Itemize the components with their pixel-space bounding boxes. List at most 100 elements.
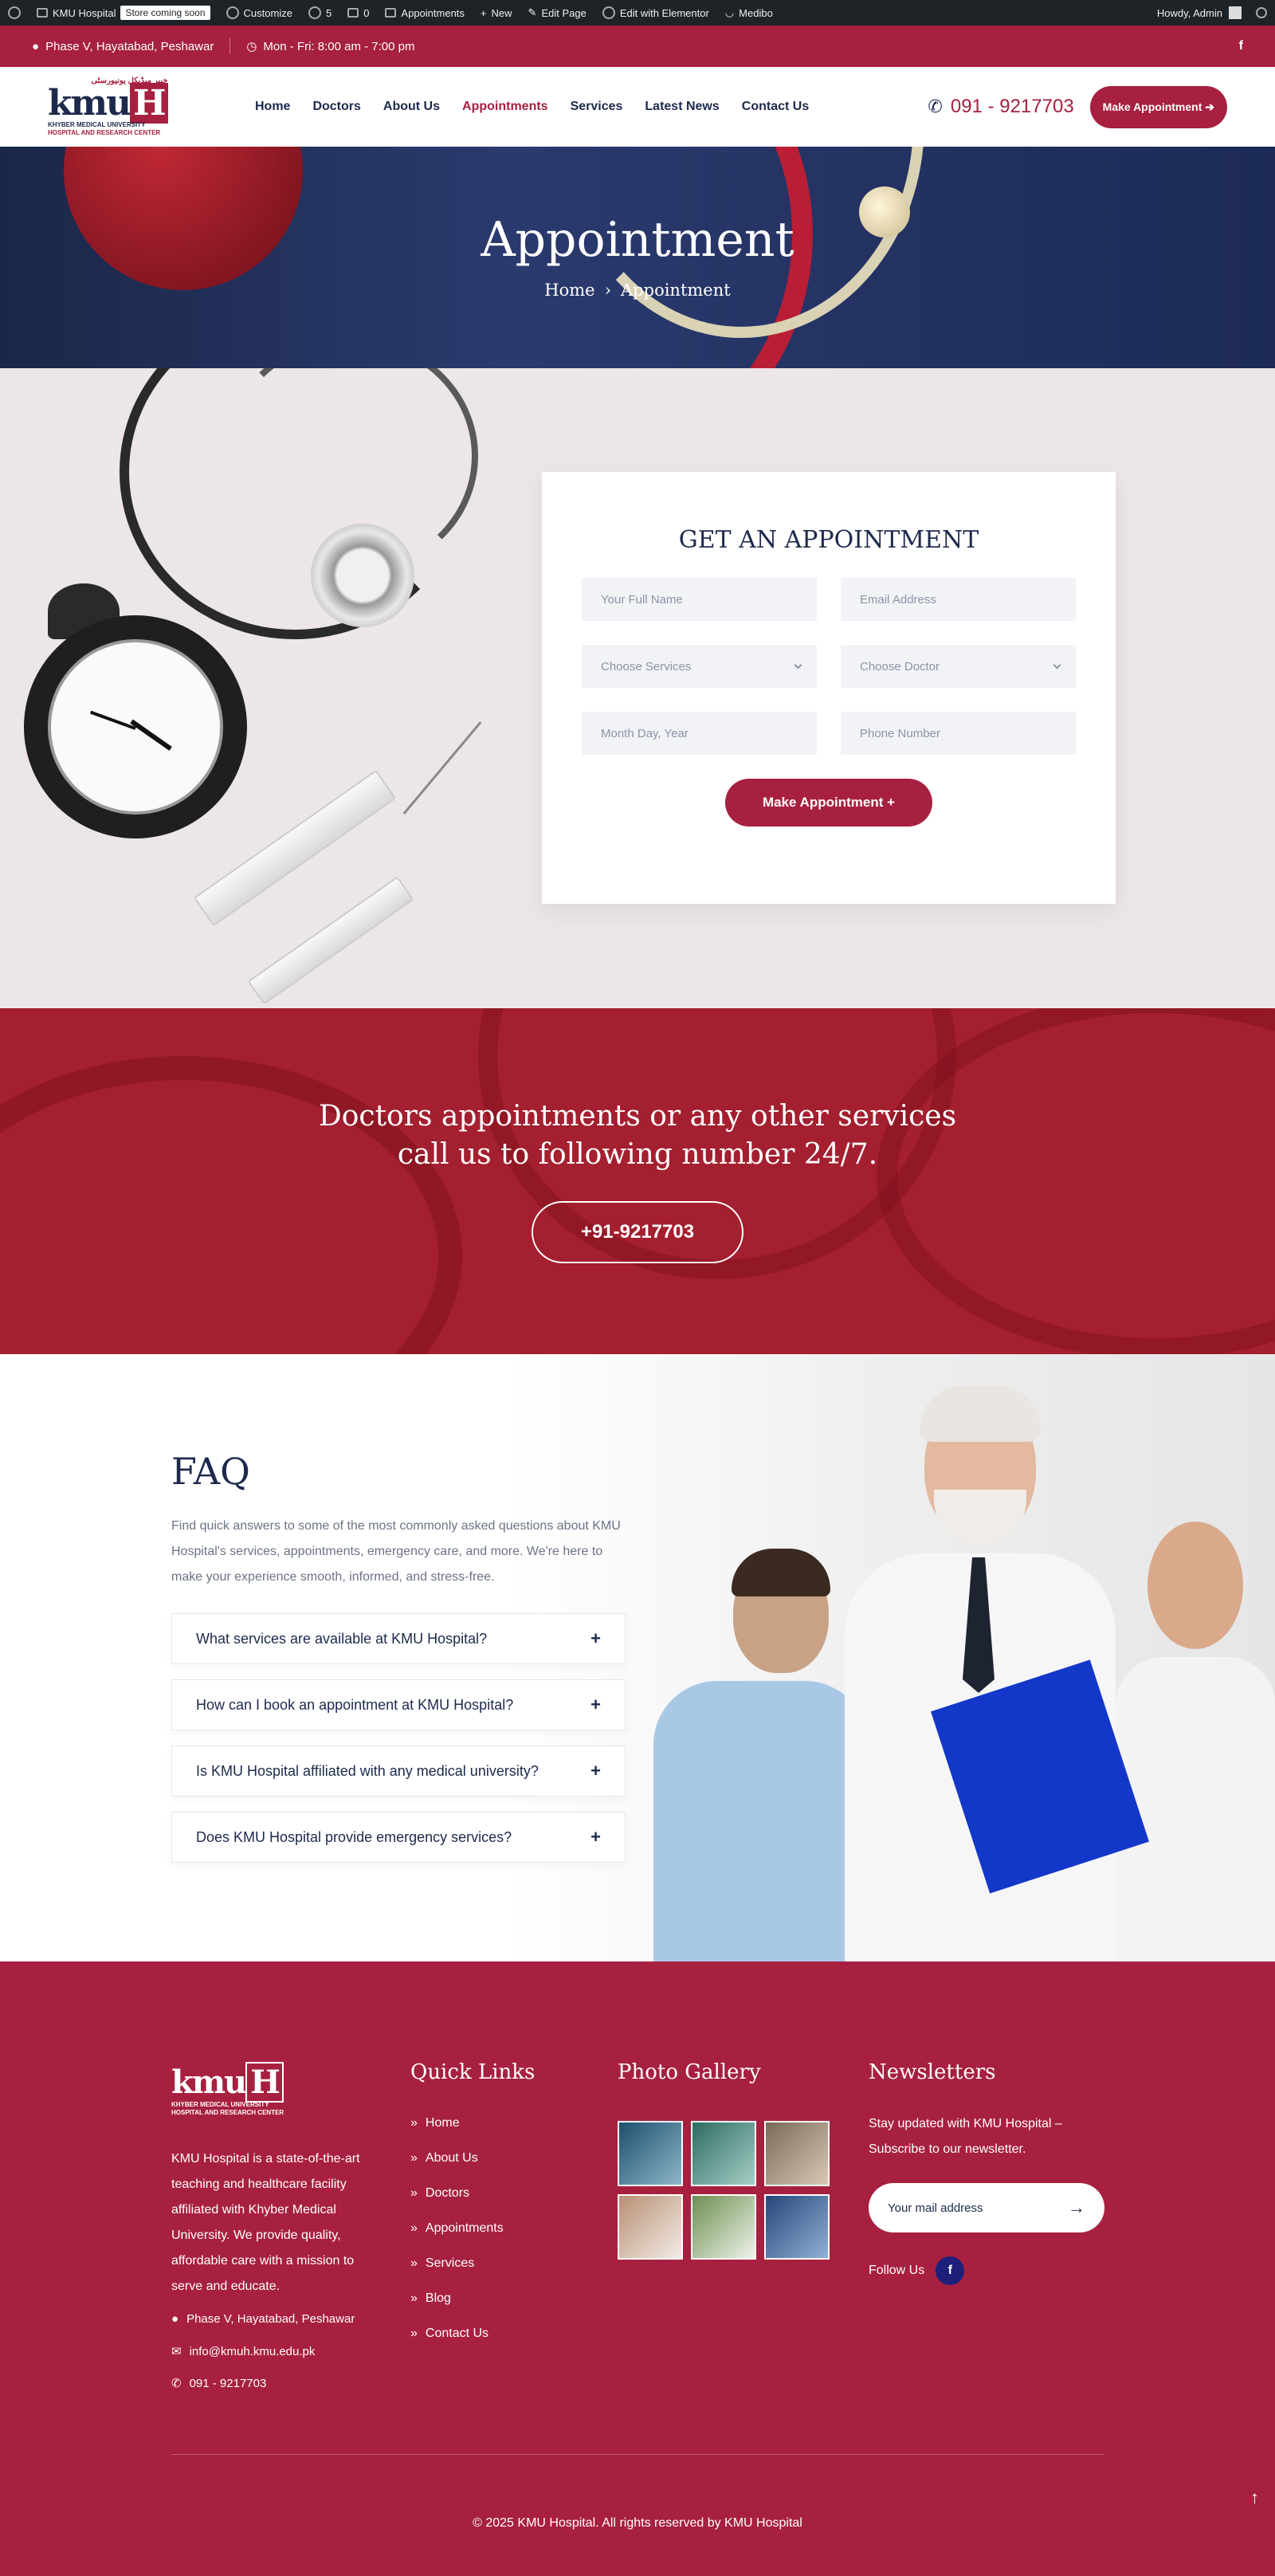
breadcrumb-home[interactable]: Home bbox=[544, 281, 594, 300]
gallery-photo[interactable] bbox=[618, 2121, 683, 2186]
calendar-icon bbox=[385, 8, 397, 18]
plus-icon: + bbox=[590, 1694, 601, 1714]
page-hero: Appointment Home › Appointment bbox=[0, 147, 1275, 368]
facebook-icon[interactable]: f bbox=[936, 2256, 965, 2285]
nav-home[interactable]: Home bbox=[255, 100, 290, 114]
admin-new[interactable]: + New bbox=[481, 7, 512, 19]
cta-line-1: Doctors appointments or any other servic… bbox=[318, 1100, 957, 1133]
footer-logo-mark: kmu H bbox=[171, 2062, 284, 2103]
footer-link-label: Blog bbox=[425, 2291, 451, 2305]
back-to-top-icon[interactable]: ↑ bbox=[1250, 2488, 1259, 2508]
header-phone-number: 091 - 9217703 bbox=[950, 96, 1074, 117]
double-chevron-icon: » bbox=[410, 2116, 418, 2130]
wordpress-logo[interactable] bbox=[8, 6, 21, 19]
map-pin-icon: ● bbox=[32, 39, 40, 53]
footer-address: ● Phase V, Hayatabad, Peshawar bbox=[171, 2312, 355, 2326]
howdy-label: Howdy, Admin bbox=[1156, 6, 1222, 19]
admin-comments[interactable]: 0 bbox=[347, 7, 369, 19]
chevron-down-icon bbox=[794, 661, 802, 670]
gallery-photo[interactable] bbox=[764, 2194, 830, 2260]
submit-appointment-button[interactable]: Make Appointment + bbox=[725, 779, 932, 827]
full-name-field[interactable]: Your Full Name bbox=[582, 578, 817, 621]
call-to-action: Doctors appointments or any other servic… bbox=[0, 1008, 1275, 1354]
footer-link-home[interactable]: » Home bbox=[410, 2115, 504, 2132]
new-label: New bbox=[491, 6, 512, 19]
syringe-image-2 bbox=[247, 876, 414, 1005]
search-icon[interactable] bbox=[1256, 7, 1267, 18]
store-badge: Store coming soon bbox=[120, 6, 210, 20]
page-title: Appointment bbox=[481, 212, 794, 268]
double-chevron-icon: » bbox=[410, 2327, 418, 2340]
chevron-down-icon bbox=[1053, 661, 1061, 670]
faq-item[interactable]: Does KMU Hospital provide emergency serv… bbox=[171, 1812, 626, 1863]
faq-item[interactable]: Is KMU Hospital affiliated with any medi… bbox=[171, 1745, 626, 1797]
faq-question: How can I book an appointment at KMU Hos… bbox=[196, 1696, 514, 1713]
footer-phone[interactable]: ✆ 091 - 9217703 bbox=[171, 2376, 266, 2391]
cta-phone-button[interactable]: +91-9217703 bbox=[532, 1201, 743, 1263]
admin-theme[interactable]: ◡ Medibo bbox=[725, 6, 773, 19]
footer-link-doctors[interactable]: » Doctors bbox=[410, 2185, 504, 2202]
footer-link-blog[interactable]: » Blog bbox=[410, 2290, 504, 2307]
services-select[interactable]: Choose Services bbox=[582, 645, 817, 688]
gallery-photo[interactable] bbox=[764, 2121, 830, 2186]
faq-item[interactable]: How can I book an appointment at KMU Hos… bbox=[171, 1679, 626, 1730]
faq-section: FAQ Find quick answers to some of the mo… bbox=[0, 1354, 1275, 1961]
admin-updates[interactable]: 5 bbox=[308, 6, 332, 19]
faq-question: What services are available at KMU Hospi… bbox=[196, 1630, 488, 1647]
home-icon bbox=[37, 8, 48, 18]
admin-appointments[interactable]: Appointments bbox=[385, 7, 465, 19]
site-footer: kmu H KHYBER MEDICAL UNIVERSITY HOSPITAL … bbox=[0, 1961, 1275, 2576]
gallery-photo[interactable] bbox=[691, 2194, 756, 2260]
admin-account[interactable]: Howdy, Admin bbox=[1157, 6, 1267, 19]
nav-about-us[interactable]: About Us bbox=[383, 100, 440, 114]
elementor-icon bbox=[602, 6, 615, 19]
logo-mark: kmuH bbox=[48, 83, 168, 124]
admin-site-link[interactable]: KMU Hospital Store coming soon bbox=[37, 6, 210, 20]
footer-link-services[interactable]: » Services bbox=[410, 2255, 504, 2272]
gallery-photo[interactable] bbox=[618, 2194, 683, 2260]
facebook-icon[interactable]: f bbox=[1239, 39, 1243, 53]
follow-us: Follow Us f bbox=[869, 2256, 965, 2285]
nav-services[interactable]: Services bbox=[571, 100, 623, 114]
pencil-icon: ✎ bbox=[528, 6, 537, 18]
faq-description: Find quick answers to some of the most c… bbox=[171, 1519, 621, 1584]
refresh-icon bbox=[308, 6, 321, 19]
site-header: خیبر میڈیکل یونیورسٹی kmuH KHYBER MEDICA… bbox=[0, 67, 1275, 147]
admin-customize[interactable]: Customize bbox=[226, 6, 292, 19]
email-field[interactable]: Email Address bbox=[841, 578, 1076, 621]
gallery-photo[interactable] bbox=[691, 2121, 756, 2186]
footer-email[interactable]: ✉ info@kmuh.kmu.edu.pk bbox=[171, 2344, 315, 2359]
footer-link-about[interactable]: » About Us bbox=[410, 2150, 504, 2167]
phone-field[interactable]: Phone Number bbox=[841, 712, 1076, 755]
nav-doctors[interactable]: Doctors bbox=[312, 100, 360, 114]
footer-logo-h: H bbox=[245, 2062, 284, 2103]
nav-appointments[interactable]: Appointments bbox=[462, 100, 548, 114]
appointment-section: GET AN APPOINTMENT Your Full Name Email … bbox=[0, 368, 1275, 1008]
footer-link-appointments[interactable]: » Appointments bbox=[410, 2220, 504, 2237]
wordpress-icon bbox=[8, 6, 21, 19]
footer-about: KMU Hospital is a state-of-the-art teach… bbox=[171, 2152, 360, 2293]
footer-link-label: Services bbox=[425, 2256, 475, 2270]
nav-contact-us[interactable]: Contact Us bbox=[742, 100, 809, 114]
follow-us-label: Follow Us bbox=[869, 2264, 925, 2277]
doctor-select[interactable]: Choose Doctor bbox=[841, 645, 1076, 688]
footer-logo[interactable]: kmu H KHYBER MEDICAL UNIVERSITY HOSPITAL … bbox=[171, 2062, 284, 2116]
arrow-right-icon[interactable]: → bbox=[1068, 2197, 1085, 2218]
site-logo[interactable]: خیبر میڈیکل یونیورسٹی kmuH KHYBER MEDICA… bbox=[48, 77, 199, 136]
admin-edit-page[interactable]: ✎ Edit Page bbox=[528, 6, 586, 19]
map-pin-icon: ● bbox=[171, 2312, 179, 2326]
header-phone[interactable]: ✆ 091 - 9217703 bbox=[928, 96, 1073, 118]
footer-link-label: About Us bbox=[425, 2151, 478, 2165]
footer-link-label: Appointments bbox=[425, 2221, 504, 2235]
newsletter-email-input[interactable]: Your mail address → bbox=[869, 2183, 1104, 2232]
photo-gallery bbox=[618, 2121, 830, 2260]
faq-item[interactable]: What services are available at KMU Hospi… bbox=[171, 1613, 626, 1664]
date-field[interactable]: Month Day, Year bbox=[582, 712, 817, 755]
stethoscope-chestpiece bbox=[311, 524, 414, 627]
make-appointment-button[interactable]: Make Appointment ➔ bbox=[1089, 85, 1227, 128]
footer-link-contact[interactable]: » Contact Us bbox=[410, 2325, 504, 2342]
admin-elementor[interactable]: Edit with Elementor bbox=[602, 6, 709, 19]
nav-latest-news[interactable]: Latest News bbox=[645, 100, 719, 114]
services-select-label: Choose Services bbox=[601, 659, 692, 673]
clock-icon: ◷ bbox=[246, 40, 257, 53]
